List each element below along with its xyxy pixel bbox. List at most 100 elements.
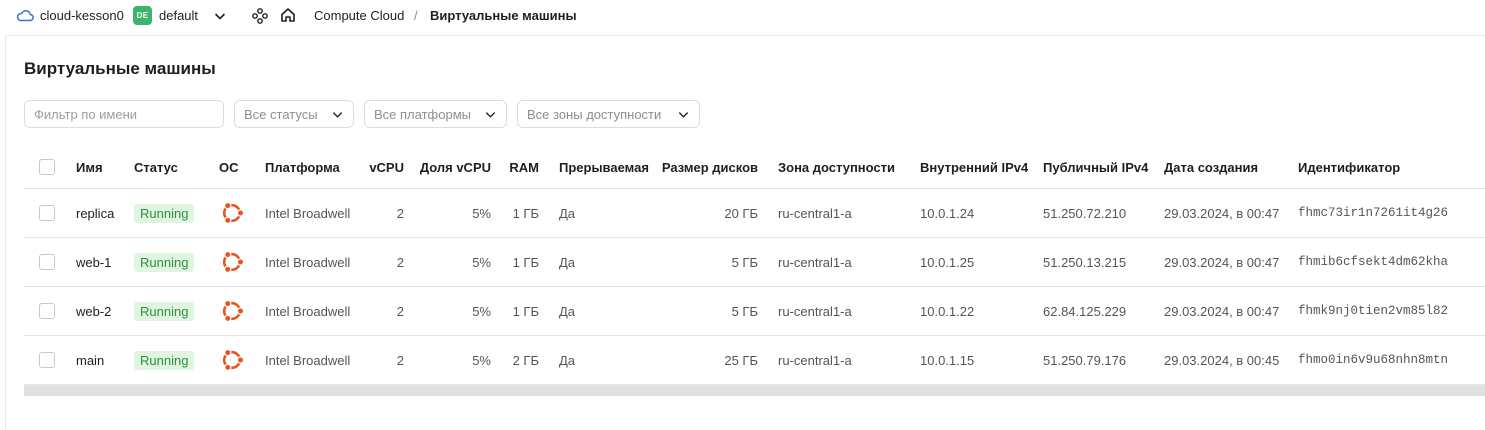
vm-id-cell: fhmo0in6v9u68nhn8mtn <box>1298 353 1449 367</box>
row-select-cell <box>39 189 55 237</box>
ram-cell: 2 ГБ <box>512 352 539 368</box>
row-select-cell <box>39 238 55 286</box>
column-header-public-ip[interactable]: Публичный IPv4 <box>1043 146 1148 188</box>
public-ip-cell: 51.250.72.210 <box>1043 205 1127 221</box>
vm-id-cell: fhmib6cfsekt4dm62kha <box>1298 255 1449 269</box>
status-badge: Running <box>134 301 195 321</box>
preemptible-cell: Да <box>559 254 576 270</box>
folder-selector[interactable]: default <box>159 8 198 23</box>
created-cell: 29.03.2024, в 00:47 <box>1164 303 1280 319</box>
row-checkbox[interactable] <box>39 254 55 270</box>
disk-size-cell: 5 ГБ <box>731 254 758 270</box>
home-icon[interactable] <box>280 7 296 23</box>
vcpu-share-cell: 5% <box>472 205 491 221</box>
os-cell <box>219 189 245 237</box>
chevron-down-icon[interactable] <box>213 9 227 23</box>
ram-cell: 1 ГБ <box>512 303 539 319</box>
horizontal-scrollbar[interactable] <box>24 385 1485 396</box>
status-cell: Running <box>134 238 195 286</box>
platform-filter-select[interactable]: Все платформы <box>364 100 507 128</box>
preemptible-cell: Да <box>559 205 576 221</box>
os-cell <box>219 238 245 286</box>
internal-ip-cell: 10.0.1.24 <box>920 205 975 221</box>
created-cell: 29.03.2024, в 00:47 <box>1164 205 1280 221</box>
row-select-cell <box>39 287 55 335</box>
status-cell: Running <box>134 189 195 237</box>
vcpu-cell: 2 <box>396 254 404 270</box>
breadcrumb-separator: / <box>414 8 418 23</box>
vcpu-cell: 2 <box>396 352 404 368</box>
row-checkbox[interactable] <box>39 303 55 319</box>
column-header-os[interactable]: ОС <box>219 146 239 188</box>
table-row[interactable]: web-2 Running Intel Broadwell 2 5% 1 ГБ … <box>24 287 1485 336</box>
disk-size-cell: 20 ГБ <box>724 205 758 221</box>
platform-cell: Intel Broadwell <box>265 352 351 368</box>
row-checkbox[interactable] <box>39 352 55 368</box>
zone-cell: ru-central1-a <box>778 254 852 270</box>
preemptible-cell: Да <box>559 352 576 368</box>
chevron-down-icon <box>332 112 343 118</box>
column-header-ram[interactable]: RAM <box>499 146 539 188</box>
breadcrumb-service[interactable]: Compute Cloud <box>314 8 404 23</box>
column-header-disk-size[interactable]: Размер дисков <box>654 146 758 188</box>
status-badge: Running <box>134 252 195 272</box>
column-header-internal-ip[interactable]: Внутренний IPv4 <box>920 146 1028 188</box>
vcpu-share-cell: 5% <box>472 352 491 368</box>
status-cell: Running <box>134 287 195 335</box>
page-title: Виртуальные машины <box>24 59 216 78</box>
ram-cell: 1 ГБ <box>512 205 539 221</box>
column-header-created[interactable]: Дата создания <box>1164 146 1258 188</box>
column-header-zone[interactable]: Зона доступности <box>778 146 895 188</box>
preemptible-cell: Да <box>559 303 576 319</box>
vcpu-cell: 2 <box>396 303 404 319</box>
created-cell: 29.03.2024, в 00:45 <box>1164 352 1280 368</box>
left-divider <box>5 36 6 430</box>
ubuntu-icon <box>222 299 245 323</box>
column-header-name[interactable]: Имя <box>76 146 103 188</box>
ubuntu-icon <box>222 250 245 274</box>
disk-size-cell: 25 ГБ <box>724 352 758 368</box>
select-all-checkbox[interactable] <box>39 159 55 175</box>
created-cell: 29.03.2024, в 00:47 <box>1164 254 1280 270</box>
platform-cell: Intel Broadwell <box>265 303 351 319</box>
zone-cell: ru-central1-a <box>778 303 852 319</box>
vm-id-cell: fhmc73ir1n7261it4g26 <box>1298 206 1449 220</box>
vm-name[interactable]: replica <box>76 189 114 237</box>
column-header-id[interactable]: Идентификатор <box>1298 146 1400 188</box>
top-divider <box>6 35 1485 36</box>
internal-ip-cell: 10.0.1.15 <box>920 352 975 368</box>
column-header-platform[interactable]: Платформа <box>265 146 340 188</box>
name-filter-input[interactable] <box>25 101 223 127</box>
status-filter-select[interactable]: Все статусы <box>234 100 354 128</box>
table-row[interactable]: replica Running Intel Broadwell 2 5% 1 Г… <box>24 189 1485 238</box>
cloud-selector[interactable]: cloud-kesson0 <box>40 8 124 23</box>
status-filter-value: Все статусы <box>244 106 318 122</box>
column-header-vcpu[interactable]: vCPU <box>360 146 404 188</box>
internal-ip-cell: 10.0.1.25 <box>920 254 975 270</box>
status-badge: Running <box>134 350 195 370</box>
table-row[interactable]: main Running Intel Broadwell 2 5% 2 ГБ Д… <box>24 336 1485 385</box>
os-cell <box>219 287 245 335</box>
zone-cell: ru-central1-a <box>778 352 852 368</box>
vm-name[interactable]: web-1 <box>76 238 111 286</box>
column-header-status[interactable]: Статус <box>134 146 178 188</box>
services-grid-icon[interactable] <box>252 8 268 24</box>
vm-name[interactable]: web-2 <box>76 287 111 335</box>
row-checkbox[interactable] <box>39 205 55 221</box>
platform-cell: Intel Broadwell <box>265 205 351 221</box>
vcpu-share-cell: 5% <box>472 254 491 270</box>
breadcrumb-current: Виртуальные машины <box>430 8 577 23</box>
public-ip-cell: 62.84.125.229 <box>1043 303 1127 319</box>
platform-cell: Intel Broadwell <box>265 254 351 270</box>
column-header-preemptible[interactable]: Прерываемая <box>559 146 649 188</box>
row-select-cell <box>39 336 55 384</box>
table-row[interactable]: web-1 Running Intel Broadwell 2 5% 1 ГБ … <box>24 238 1485 287</box>
zone-filter-select[interactable]: Все зоны доступности <box>517 100 700 128</box>
column-header-vcpu-share[interactable]: Доля vCPU <box>414 146 491 188</box>
vm-name[interactable]: main <box>76 336 104 384</box>
zone-filter-value: Все зоны доступности <box>527 106 662 122</box>
zone-cell: ru-central1-a <box>778 205 852 221</box>
status-cell: Running <box>134 336 195 384</box>
select-all-cell <box>39 146 55 188</box>
name-filter <box>24 100 224 128</box>
